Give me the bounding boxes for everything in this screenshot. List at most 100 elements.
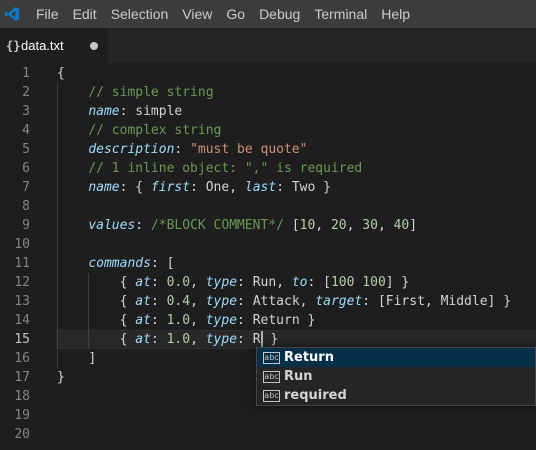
code-token: One (205, 180, 230, 195)
code-token: : (237, 275, 253, 290)
code-token: // simple string (88, 85, 214, 100)
line-number: 15 (14, 332, 30, 347)
code-line[interactable]: 4 // complex string (0, 121, 536, 140)
line-code: { (57, 64, 65, 83)
code-line[interactable]: 12 { at: 0.0, type: Run, to: [100 100] } (0, 273, 536, 292)
menu-file[interactable]: File (24, 0, 66, 28)
tab-data-txt[interactable]: {} data.txt (0, 28, 108, 63)
menu-edit[interactable]: Edit (66, 0, 104, 28)
line-code: commands: [ (57, 254, 174, 273)
code-token: : (150, 332, 167, 347)
code-token: , (315, 218, 331, 233)
code-token: 40 (393, 218, 410, 233)
code-token: { (119, 294, 136, 309)
code-token: at (135, 275, 151, 290)
code-token: } (57, 370, 65, 385)
code-token: 100 (362, 275, 386, 290)
line-code: { at: 0.0, type: Run, to: [100 100] } (57, 273, 410, 292)
line-number: 19 (14, 408, 30, 423)
code-token: ] (88, 351, 97, 366)
code-token: 0.4 (166, 294, 191, 309)
code-token: "must be quote" (190, 142, 308, 157)
code-line[interactable]: 7 name: { first: One, last: Two } (0, 178, 536, 197)
code-token: : (119, 104, 136, 119)
code-token: { (119, 313, 136, 328)
menu-terminal[interactable]: Terminal (307, 0, 374, 28)
code-token: at (135, 332, 151, 347)
code-token: 1.0 (166, 332, 191, 347)
tab-label: data.txt (21, 38, 64, 53)
menu-bar: File Edit Selection View Go Debug Termin… (0, 0, 536, 28)
code-token: 1.0 (166, 313, 191, 328)
code-token: ] } (487, 294, 512, 309)
code-token: description (88, 142, 175, 157)
code-line[interactable]: 20 (0, 425, 536, 444)
line-number: 20 (14, 427, 30, 442)
code-token: at (135, 313, 151, 328)
line-number: 1 (22, 66, 30, 81)
code-token: Middle (440, 294, 488, 309)
code-token: 20 (330, 218, 347, 233)
code-token: , (424, 294, 441, 309)
code-token: simple (135, 104, 183, 119)
code-token: Return (252, 313, 300, 328)
code-line[interactable]: 10 (0, 235, 536, 254)
line-code: ] (57, 349, 96, 368)
code-token: type (205, 275, 238, 290)
suggest-item[interactable]: abc Return (257, 348, 535, 367)
code-token: { (57, 66, 65, 81)
menu-view[interactable]: View (175, 0, 219, 28)
line-code: values: /*BLOCK COMMENT*/ [10, 20, 30, 4… (57, 216, 417, 235)
menu-go[interactable]: Go (219, 0, 252, 28)
code-token: , (190, 294, 206, 309)
menu-debug[interactable]: Debug (252, 0, 307, 28)
code-token: // complex string (88, 123, 222, 138)
code-token: 0.0 (166, 275, 191, 290)
code-token: : (276, 180, 292, 195)
suggest-item[interactable]: abc required (257, 386, 535, 405)
line-number: 12 (14, 275, 30, 290)
code-token: name (88, 104, 120, 119)
code-line[interactable]: 3 name: simple (0, 102, 536, 121)
line-number: 18 (14, 389, 30, 404)
code-line[interactable]: 11 commands: [ (0, 254, 536, 273)
line-number: 17 (14, 370, 30, 385)
unsaved-dot-icon[interactable] (90, 42, 98, 50)
text-suggestion-icon: abc (263, 389, 280, 402)
line-code: name: simple (57, 102, 182, 121)
code-line[interactable]: 14 { at: 1.0, type: Return } (0, 311, 536, 330)
code-line[interactable]: 6 // 1 inline object: "," is required (0, 159, 536, 178)
code-token: 30 (362, 218, 378, 233)
code-line[interactable]: 5 description: "must be quote" (0, 140, 536, 159)
code-token: : (135, 218, 151, 233)
line-code: description: "must be quote" (57, 140, 307, 159)
code-token: , (377, 218, 394, 233)
code-token: } (299, 313, 316, 328)
code-token: , (299, 294, 316, 309)
text-suggestion-icon: abc (263, 351, 280, 364)
code-token: : (237, 294, 253, 309)
code-line[interactable]: 9 values: /*BLOCK COMMENT*/ [10, 20, 30,… (0, 216, 536, 235)
menu-help[interactable]: Help (374, 0, 417, 28)
suggest-item[interactable]: abc Run (257, 367, 535, 386)
code-token: values (88, 218, 136, 233)
menu-selection[interactable]: Selection (104, 0, 176, 28)
code-line[interactable]: 2 // simple string (0, 83, 536, 102)
line-number: 13 (14, 294, 30, 309)
line-number: 3 (22, 104, 30, 119)
code-token: , (190, 313, 206, 328)
code-token: type (205, 294, 238, 309)
code-line[interactable]: 19 (0, 406, 536, 425)
code-line[interactable]: 8 (0, 197, 536, 216)
code-line[interactable]: 13 { at: 0.4, type: Attack, target: [Fir… (0, 292, 536, 311)
suggest-label: Run (284, 369, 313, 384)
code-line[interactable]: 1{ (0, 64, 536, 83)
line-number: 9 (22, 218, 30, 233)
code-token: , (276, 275, 292, 290)
